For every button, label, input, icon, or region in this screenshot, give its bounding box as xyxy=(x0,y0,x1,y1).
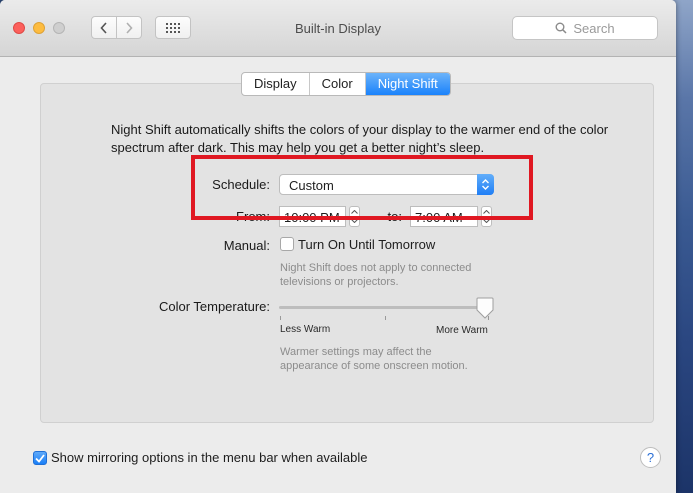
slider-tick xyxy=(280,316,281,320)
manual-note-line-1: Night Shift does not apply to connected xyxy=(280,262,472,274)
stepper-down-icon xyxy=(351,219,358,224)
night-shift-description: Night Shift automatically shifts the col… xyxy=(111,122,609,155)
less-warm-label: Less Warm xyxy=(280,324,331,335)
schedule-label: Schedule: xyxy=(212,177,270,192)
title-bar: Built-in Display Search xyxy=(0,0,676,57)
tab-color[interactable]: Color xyxy=(308,73,365,95)
schedule-select[interactable]: Custom xyxy=(279,174,494,195)
tab-bar: Display Color Night Shift xyxy=(241,72,451,96)
from-time-field[interactable]: 10:00 PM xyxy=(279,206,346,227)
color-temperature-label: Color Temperature: xyxy=(158,299,270,314)
select-arrows-icon xyxy=(477,174,494,195)
to-time-field[interactable]: 7:00 AM xyxy=(410,206,478,227)
search-field[interactable]: Search xyxy=(512,16,658,40)
turn-on-until-tomorrow-label[interactable]: Turn On Until Tomorrow xyxy=(298,237,435,252)
manual-note: Night Shift does not apply to connected … xyxy=(280,261,471,289)
to-label: to: xyxy=(387,209,402,224)
preferences-window: Built-in Display Search Display Color Ni… xyxy=(0,0,676,493)
color-temperature-note-line-1: Warmer settings may affect the xyxy=(280,346,432,358)
color-temperature-slider-thumb[interactable] xyxy=(476,297,494,319)
stepper-up-icon xyxy=(483,209,490,214)
checkmark-icon xyxy=(35,453,45,463)
tab-display[interactable]: Display xyxy=(242,73,309,95)
slider-tick xyxy=(385,316,386,320)
color-temperature-slider-track[interactable] xyxy=(279,306,489,309)
to-time-stepper[interactable] xyxy=(481,206,492,227)
tab-night-shift[interactable]: Night Shift xyxy=(364,73,450,95)
help-button[interactable]: ? xyxy=(640,447,661,468)
show-mirroring-label[interactable]: Show mirroring options in the menu bar w… xyxy=(51,450,368,465)
stepper-down-icon xyxy=(483,219,490,224)
from-label: From: xyxy=(236,209,270,224)
color-temperature-note: Warmer settings may affect the appearanc… xyxy=(280,345,468,373)
show-mirroring-checkbox[interactable] xyxy=(33,451,47,465)
more-warm-label: More Warm xyxy=(436,325,488,336)
turn-on-until-tomorrow-checkbox[interactable] xyxy=(280,237,294,251)
manual-note-line-2: televisions or projectors. xyxy=(280,276,399,288)
schedule-value: Custom xyxy=(289,178,334,193)
color-temperature-note-line-2: appearance of some onscreen motion. xyxy=(280,360,468,372)
from-time-stepper[interactable] xyxy=(349,206,360,227)
search-placeholder: Search xyxy=(573,20,615,36)
stepper-up-icon xyxy=(351,209,358,214)
search-icon xyxy=(555,22,567,34)
manual-label: Manual: xyxy=(223,238,270,253)
